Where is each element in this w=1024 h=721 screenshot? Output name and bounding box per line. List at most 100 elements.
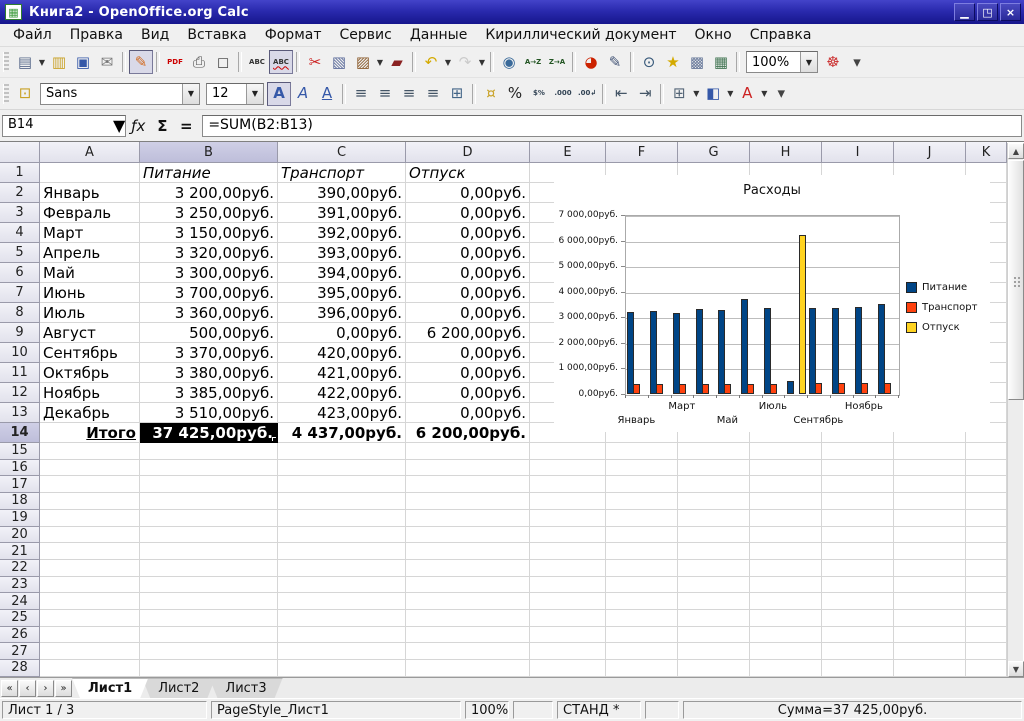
- sum-button[interactable]: Σ: [150, 114, 174, 138]
- cell-J17[interactable]: [894, 476, 966, 493]
- cell-K17[interactable]: [966, 476, 1007, 493]
- cell-B4[interactable]: 3 150,00руб.: [140, 223, 278, 243]
- cell-E15[interactable]: [530, 443, 606, 460]
- cell-B24[interactable]: [140, 593, 278, 610]
- cell-B1[interactable]: Питание: [140, 163, 278, 183]
- cell-C3[interactable]: 391,00руб.: [278, 203, 406, 223]
- menu-item[interactable]: Правка: [61, 25, 132, 45]
- cell-B27[interactable]: [140, 643, 278, 660]
- cell-C9[interactable]: 0,00руб.: [278, 323, 406, 343]
- cell-G22[interactable]: [678, 560, 750, 577]
- select-all-corner[interactable]: [0, 142, 40, 163]
- cell-C20[interactable]: [278, 527, 406, 544]
- cell-G25[interactable]: [678, 610, 750, 627]
- cell-E21[interactable]: [530, 543, 606, 560]
- row-header-12[interactable]: 12: [0, 383, 40, 403]
- cell-C10[interactable]: 420,00руб.: [278, 343, 406, 363]
- cell-B9[interactable]: 500,00руб.: [140, 323, 278, 343]
- menu-item[interactable]: Сервис: [331, 25, 401, 45]
- cell-F15[interactable]: [606, 443, 678, 460]
- cell-B21[interactable]: [140, 543, 278, 560]
- cell-I21[interactable]: [822, 543, 894, 560]
- cell-A27[interactable]: [40, 643, 140, 660]
- cell-B28[interactable]: [140, 660, 278, 677]
- cell-G24[interactable]: [678, 593, 750, 610]
- cell-B2[interactable]: 3 200,00руб.: [140, 183, 278, 203]
- underline-button[interactable]: A: [315, 82, 339, 106]
- cell-A2[interactable]: Январь: [40, 183, 140, 203]
- cell-D3[interactable]: 0,00руб.: [406, 203, 530, 223]
- font-name-combo-dropdown[interactable]: ▼: [182, 84, 199, 104]
- cell-B23[interactable]: [140, 577, 278, 594]
- navigator-button[interactable]: ★: [661, 50, 685, 74]
- restore-button[interactable]: ◳: [977, 3, 998, 21]
- cell-G15[interactable]: [678, 443, 750, 460]
- cell-B6[interactable]: 3 300,00руб.: [140, 263, 278, 283]
- cell-D2[interactable]: 0,00руб.: [406, 183, 530, 203]
- font-size-combo[interactable]: 12▼: [206, 83, 264, 105]
- cell-E16[interactable]: [530, 460, 606, 477]
- spellcheck-button[interactable]: ABC: [245, 50, 269, 74]
- sort-ascending-button[interactable]: A→Z: [521, 50, 545, 74]
- cell-C27[interactable]: [278, 643, 406, 660]
- cell-C22[interactable]: [278, 560, 406, 577]
- toolbar-grip-2[interactable]: [3, 84, 9, 104]
- delete-decimal-button[interactable]: .00↲: [575, 82, 599, 106]
- background-color-dropdown[interactable]: ▼: [725, 82, 735, 106]
- menu-item[interactable]: Вставка: [178, 25, 255, 45]
- cell-G28[interactable]: [678, 660, 750, 677]
- cell-D17[interactable]: [406, 476, 530, 493]
- first-sheet-button[interactable]: «: [1, 680, 18, 697]
- background-color-button[interactable]: ◧: [701, 82, 725, 106]
- row-header-16[interactable]: 16: [0, 460, 40, 477]
- cell-A21[interactable]: [40, 543, 140, 560]
- cell-E26[interactable]: [530, 627, 606, 644]
- column-header-G[interactable]: G: [678, 142, 750, 163]
- cell-C1[interactable]: Транспорт: [278, 163, 406, 183]
- cell-C25[interactable]: [278, 610, 406, 627]
- cell-E19[interactable]: [530, 510, 606, 527]
- align-center-button[interactable]: ≡: [373, 82, 397, 106]
- cell-F22[interactable]: [606, 560, 678, 577]
- cell-K19[interactable]: [966, 510, 1007, 527]
- cell-H16[interactable]: [750, 460, 822, 477]
- cell-E17[interactable]: [530, 476, 606, 493]
- cell-H20[interactable]: [750, 527, 822, 544]
- cell-B11[interactable]: 3 380,00руб.: [140, 363, 278, 383]
- cell-B13[interactable]: 3 510,00руб.: [140, 403, 278, 423]
- currency-format-button[interactable]: ¤: [479, 82, 503, 106]
- cell-I23[interactable]: [822, 577, 894, 594]
- cell-I16[interactable]: [822, 460, 894, 477]
- undo-button[interactable]: ↶: [419, 50, 443, 74]
- paste-dropdown[interactable]: ▼: [375, 50, 385, 74]
- toolbar-overflow-2-button[interactable]: ▾: [769, 82, 793, 106]
- cell-B16[interactable]: [140, 460, 278, 477]
- function-wizard-button[interactable]: ƒx: [126, 114, 150, 138]
- cell-K26[interactable]: [966, 627, 1007, 644]
- cell-A23[interactable]: [40, 577, 140, 594]
- row-header-14[interactable]: 14: [0, 423, 40, 443]
- cell-A16[interactable]: [40, 460, 140, 477]
- cell-F18[interactable]: [606, 493, 678, 510]
- font-color-button[interactable]: A: [735, 82, 759, 106]
- vertical-scrollbar[interactable]: ▲ ▼: [1007, 143, 1023, 677]
- cell-G26[interactable]: [678, 627, 750, 644]
- name-box[interactable]: B14 ▼: [2, 115, 126, 137]
- cell-E27[interactable]: [530, 643, 606, 660]
- styles-button[interactable]: ⊡: [13, 82, 37, 106]
- sheet-tab-Лист3[interactable]: Лист3: [209, 678, 282, 698]
- cell-K21[interactable]: [966, 543, 1007, 560]
- cell-E18[interactable]: [530, 493, 606, 510]
- cell-I17[interactable]: [822, 476, 894, 493]
- cell-C28[interactable]: [278, 660, 406, 677]
- italic-button[interactable]: A: [291, 82, 315, 106]
- column-header-E[interactable]: E: [530, 142, 606, 163]
- cell-A14[interactable]: Итого: [40, 423, 140, 443]
- cell-A13[interactable]: Декабрь: [40, 403, 140, 423]
- cell-I24[interactable]: [822, 593, 894, 610]
- cell-K16[interactable]: [966, 460, 1007, 477]
- cell-G21[interactable]: [678, 543, 750, 560]
- cell-F25[interactable]: [606, 610, 678, 627]
- row-header-5[interactable]: 5: [0, 243, 40, 263]
- cell-D27[interactable]: [406, 643, 530, 660]
